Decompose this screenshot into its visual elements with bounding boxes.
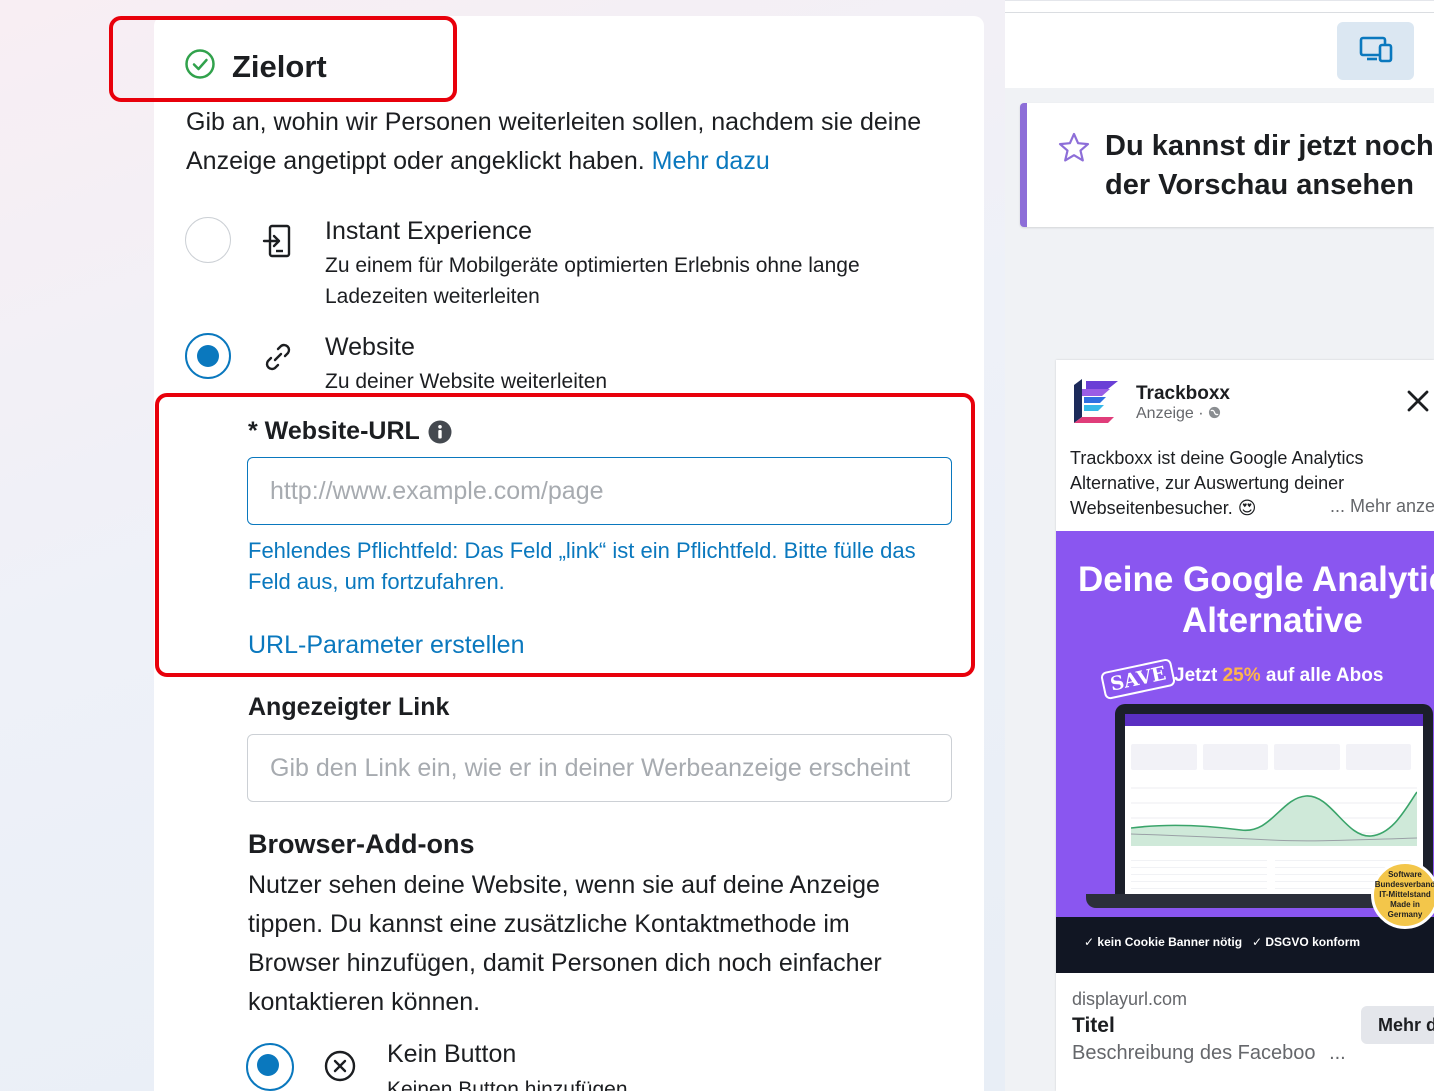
highlight-box-title: [109, 16, 457, 102]
device-preview-button[interactable]: [1337, 22, 1414, 80]
ad-brand-name[interactable]: Trackboxx: [1136, 383, 1230, 405]
ad-title: Titel: [1072, 1014, 1115, 1037]
globe-icon: [1208, 405, 1221, 422]
display-link-label: Angezeigter Link: [248, 693, 450, 721]
preview-divider: [1005, 12, 1434, 13]
creative-headline: Deine Google Analytics Alternative: [1078, 560, 1434, 640]
devices-icon: [1359, 35, 1393, 68]
option-subtitle-instant-experience: Zu einem für Mobilgeräte optimierten Erl…: [325, 254, 860, 308]
browser-addons-title: Browser-Add-ons: [248, 829, 475, 859]
ad-preview: Trackboxx Anzeige · Trackboxx ist deine …: [1056, 360, 1434, 1091]
highlight-box-url: [155, 393, 975, 677]
more-link[interactable]: Mehr dazu: [652, 147, 770, 175]
creative-promo: Jetzt 25% auf alle Abos: [1174, 665, 1384, 686]
creative-feature-strip: ✓ kein Cookie Banner nötig ✓ DSGVO konfo…: [1056, 917, 1434, 973]
dashboard-screenshot: [1125, 714, 1423, 894]
option-subtitle-no-button: Keinen Button hinzufügen: [387, 1078, 628, 1091]
feature-gdpr: ✓ DSGVO konform: [1252, 935, 1361, 949]
laptop-mockup: [1115, 704, 1433, 894]
option-title-no-button: Kein Button: [387, 1040, 517, 1068]
no-button-icon: [323, 1049, 357, 1088]
ad-see-more-link[interactable]: ... Mehr anzeigen: [1330, 496, 1434, 517]
check-icon: ✓: [1084, 935, 1098, 949]
browser-addons-description: Nutzer sehen deine Website, wenn sie auf…: [248, 871, 882, 1016]
close-icon[interactable]: [1406, 389, 1430, 418]
check-icon: ✓: [1252, 935, 1266, 949]
trackboxx-logo: [1070, 377, 1124, 432]
section-description: Gib an, wohin wir Personen weiterleiten …: [186, 108, 922, 175]
instant-experience-icon: [262, 224, 294, 263]
software-badge: Software Bundesverband IT-Mittelstand Ma…: [1371, 861, 1434, 929]
star-icon: [1057, 131, 1091, 170]
option-title-website: Website: [325, 333, 415, 361]
display-link-input[interactable]: [247, 734, 952, 802]
preview-notice-text: Du kannst dir jetzt noch m der Vorschau …: [1105, 130, 1434, 201]
ad-sponsored-label: Anzeige ·: [1136, 405, 1221, 423]
radio-instant-experience[interactable]: [185, 217, 231, 263]
ad-cta-button[interactable]: Mehr dazu: [1361, 1006, 1434, 1044]
ad-description: Beschreibung des Faceboo ...: [1072, 1042, 1346, 1064]
preview-notice: Du kannst dir jetzt noch m der Vorschau …: [1020, 103, 1434, 227]
save-stamp: SAVE: [1099, 657, 1177, 701]
ad-creative-image: Deine Google Analytics Alternative SAVE …: [1056, 531, 1434, 973]
radio-website[interactable]: [185, 333, 231, 379]
feature-no-cookie-banner: ✓ kein Cookie Banner nötig: [1084, 935, 1243, 949]
option-title-instant-experience: Instant Experience: [325, 217, 533, 245]
ad-display-url: displayurl.com: [1072, 989, 1188, 1009]
radio-no-button[interactable]: [246, 1043, 294, 1091]
link-icon: [261, 340, 295, 379]
